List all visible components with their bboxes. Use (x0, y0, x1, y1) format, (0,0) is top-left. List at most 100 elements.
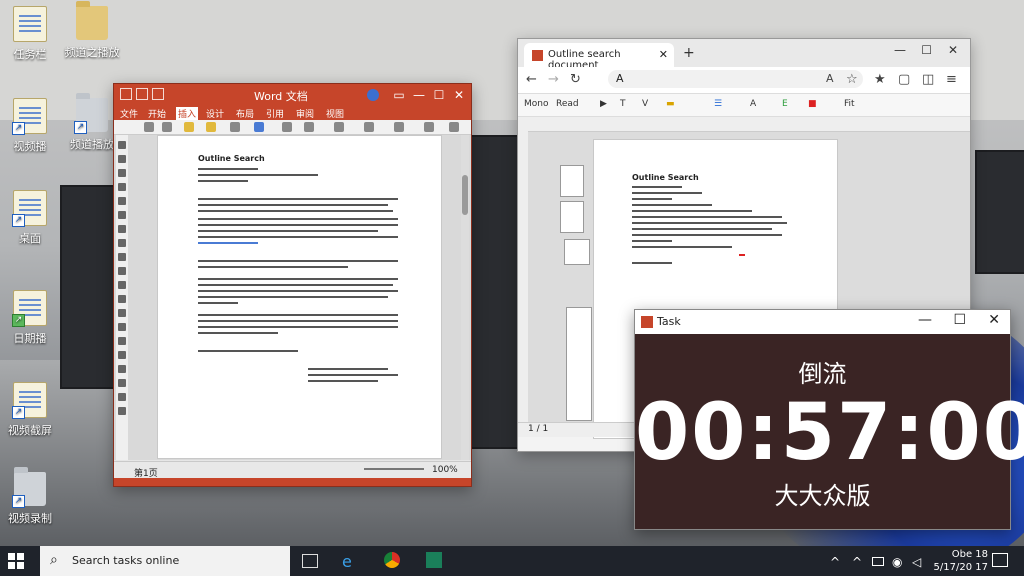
start-button[interactable] (8, 553, 24, 569)
minimize-button[interactable]: — (894, 43, 906, 57)
highlight-icon[interactable] (184, 122, 194, 132)
favorite-icon[interactable]: ☆ (846, 72, 858, 87)
menu-icon[interactable]: ≡ (946, 72, 957, 87)
pdf-tool[interactable]: Mono (524, 99, 548, 109)
new-tab-button[interactable]: + (683, 45, 695, 61)
pdf-tool[interactable]: A (750, 99, 756, 109)
tab-design[interactable]: 设计 (206, 107, 224, 120)
battery-icon[interactable] (872, 557, 884, 566)
address-bar[interactable]: A (608, 70, 863, 88)
word-page[interactable]: Outline Search (157, 135, 442, 459)
pdf-tool[interactable]: T (620, 99, 626, 109)
close-tab-icon[interactable]: ✕ (659, 48, 668, 61)
zoom-slider[interactable] (364, 468, 424, 470)
chrome-icon[interactable] (384, 552, 400, 568)
notification-icon[interactable] (992, 553, 1008, 567)
maximize-button[interactable]: ☐ (953, 312, 966, 328)
text-line (632, 222, 787, 224)
desktop-icon[interactable]: 任务栏 (0, 6, 60, 62)
close-button[interactable]: ✕ (948, 43, 958, 57)
timer-window[interactable]: Task — ☐ ✕ 倒流 00:57:00 大大众版 (634, 309, 1024, 530)
table-icon[interactable] (304, 122, 314, 132)
back-icon[interactable]: ← (526, 72, 537, 87)
desktop-icon[interactable]: ↗ 日期播 (0, 290, 60, 346)
timer-subtitle: 大大众版 (774, 482, 871, 510)
pdf-tool[interactable]: E (782, 99, 788, 109)
text-line (198, 296, 388, 298)
browser-tab[interactable]: Outline search document ✕ (524, 43, 674, 71)
tab-view[interactable]: 视图 (326, 107, 344, 120)
thumbnail[interactable] (566, 307, 592, 421)
text-line (198, 242, 258, 244)
address-text: A (616, 72, 624, 85)
forward-icon[interactable]: → (548, 72, 559, 87)
tab-insert[interactable]: 插入 (176, 107, 199, 120)
wifi-icon[interactable]: ◉ (892, 555, 902, 569)
close-button[interactable]: ✕ (988, 312, 1000, 328)
refresh-icon[interactable]: ↻ (570, 72, 581, 87)
format-icon[interactable] (162, 122, 172, 132)
tab-review[interactable]: 审阅 (296, 107, 314, 120)
desktop-icon[interactable]: ↗ 桌面 (0, 190, 60, 246)
desktop-icon[interactable]: ↗ 视频播 (0, 98, 60, 154)
taskbar-clock[interactable]: Obe 18 5/17/20 17 (934, 548, 988, 574)
ribbon-display-icon[interactable]: ▭ (391, 87, 407, 103)
minimize-button[interactable]: — (918, 312, 932, 328)
undo-icon[interactable] (152, 88, 164, 100)
timer-titlebar[interactable]: Task — ☐ ✕ (635, 310, 1010, 334)
store-icon[interactable] (426, 552, 442, 568)
tab-references[interactable]: 引用 (266, 107, 284, 120)
minimize-button[interactable]: — (411, 87, 427, 103)
document-icon (13, 6, 47, 42)
highlight-icon[interactable]: ▬ (666, 99, 675, 109)
word-scrollbar[interactable] (461, 135, 469, 460)
draw-icon[interactable]: ☰ (714, 99, 722, 109)
styles-icon[interactable] (230, 122, 240, 132)
word-document-area[interactable]: Outline Search (114, 135, 471, 460)
maximize-button[interactable]: ☐ (921, 43, 932, 57)
favorites-icon[interactable]: ★ (874, 72, 886, 87)
paste-icon[interactable] (144, 122, 154, 132)
task-view-icon[interactable] (302, 554, 318, 568)
desktop-icon[interactable]: ↗ 视频截屏 (0, 382, 60, 438)
read-aloud-icon[interactable]: A (826, 72, 834, 85)
split-screen-icon[interactable]: ◫ (922, 72, 934, 87)
pdf-tool[interactable]: Fit (844, 99, 855, 109)
link-icon[interactable] (364, 122, 374, 132)
header-icon[interactable] (424, 122, 434, 132)
pdf-tool[interactable]: Read (556, 99, 579, 109)
tab-file[interactable]: 文件 (120, 107, 138, 120)
text-line (198, 284, 393, 286)
desktop-icon[interactable]: 频道之播放 (62, 1, 122, 60)
chevron-up-icon[interactable]: ^ (830, 555, 840, 569)
edge-icon[interactable]: e (342, 552, 352, 571)
account-avatar[interactable] (367, 89, 379, 101)
pdf-tool[interactable]: V (642, 99, 648, 109)
close-button[interactable]: ✕ (451, 87, 467, 103)
thumbnail[interactable] (564, 239, 590, 265)
maximize-button[interactable]: ☐ (431, 87, 447, 103)
taskbar-search[interactable]: ⌕ Search tasks online (40, 546, 290, 576)
thumbnail[interactable] (560, 165, 584, 197)
word-titlebar[interactable]: Word 文档 ▭ — ☐ ✕ (114, 84, 471, 106)
save-icon[interactable] (136, 88, 148, 100)
erase-icon[interactable]: ■ (808, 99, 817, 109)
network-icon[interactable]: ^ (852, 555, 862, 569)
shapes-icon[interactable] (282, 122, 292, 132)
tab-layout[interactable]: 布局 (236, 107, 254, 120)
desktop-icon[interactable]: ↗ 视频录制 (0, 467, 60, 526)
thumbnail[interactable] (560, 201, 584, 233)
word-window[interactable]: Word 文档 ▭ — ☐ ✕ 文件 开始 插入 设计 布局 引用 审阅 视图 (113, 83, 472, 487)
symbol-icon[interactable] (449, 122, 459, 132)
play-icon[interactable]: ▶ (600, 99, 607, 109)
collections-icon[interactable]: ▢ (898, 72, 910, 87)
desktop-icon-label: 视频截屏 (8, 424, 52, 437)
comment-icon[interactable] (394, 122, 404, 132)
tab-home[interactable]: 开始 (148, 107, 166, 120)
zoom-level[interactable]: 100% (432, 465, 458, 475)
chart-icon[interactable] (334, 122, 344, 132)
volume-icon[interactable]: ◁ (912, 555, 921, 569)
autosave-icon[interactable] (120, 88, 132, 100)
picture-icon[interactable] (254, 122, 264, 132)
color-icon[interactable] (206, 122, 216, 132)
